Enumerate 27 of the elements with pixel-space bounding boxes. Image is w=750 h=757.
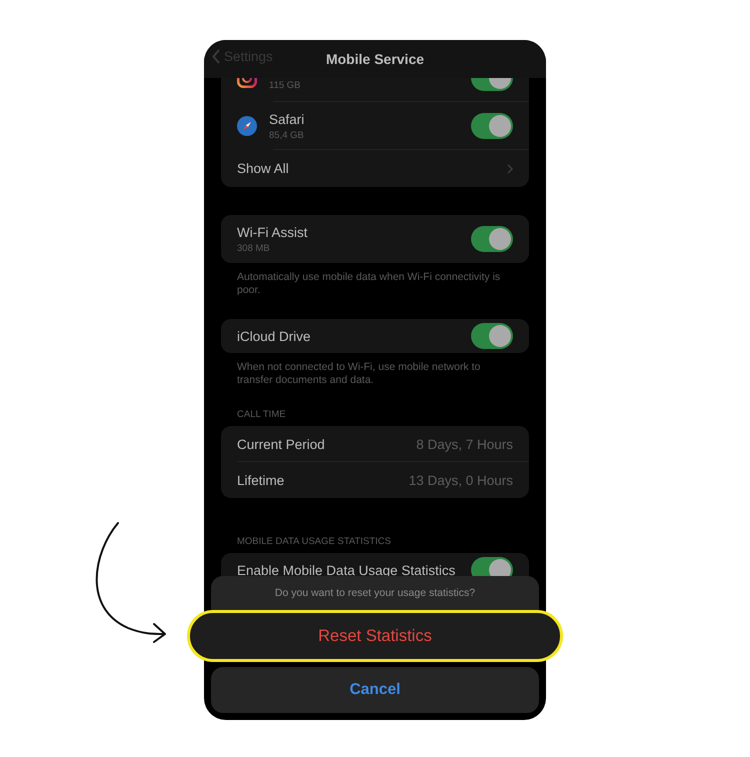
app-usage: 85,4 GB (269, 130, 305, 140)
show-all-label: Show All (237, 161, 290, 176)
setting-detail: 308 MB (237, 242, 271, 254)
row-label: Current Period (237, 436, 326, 452)
toggle-switch[interactable] (471, 323, 513, 349)
chevron-left-icon (212, 49, 221, 64)
section-footer: Automatically use mobile data when Wi-Fi connectivity is poor. (237, 271, 503, 297)
compass-icon (237, 116, 257, 136)
app-usage: 115 GB (269, 80, 302, 90)
section-header: CALL TIME (237, 409, 287, 420)
row-label: Lifetime (237, 472, 286, 488)
section-footer: When not connected to Wi-Fi, use mobile network to transfer documents and data. (237, 361, 503, 387)
cancel-button[interactable]: Cancel (211, 667, 539, 713)
setting-label: Enable Mobile Data Usage Statistics (237, 562, 456, 578)
app-name: Safari (269, 112, 306, 126)
show-all-row[interactable]: Show All (221, 150, 529, 187)
setting-label: Wi-Fi Assist (237, 224, 308, 240)
toggle-switch[interactable] (471, 226, 513, 252)
reset-statistics-button[interactable]: Reset Statistics (187, 610, 563, 662)
toggle-switch[interactable] (471, 113, 513, 139)
row-value: 8 Days, 7 Hours (416, 436, 513, 452)
row-value: 13 Days, 0 Hours (408, 472, 513, 488)
section-header: MOBILE DATA USAGE STATISTICS (237, 536, 392, 547)
setting-label: iCloud Drive (237, 328, 312, 344)
chevron-right-icon (507, 164, 513, 174)
sheet-message: Do you want to reset your usage statistics? (274, 587, 476, 599)
screen-title: Mobile Service (326, 51, 424, 67)
